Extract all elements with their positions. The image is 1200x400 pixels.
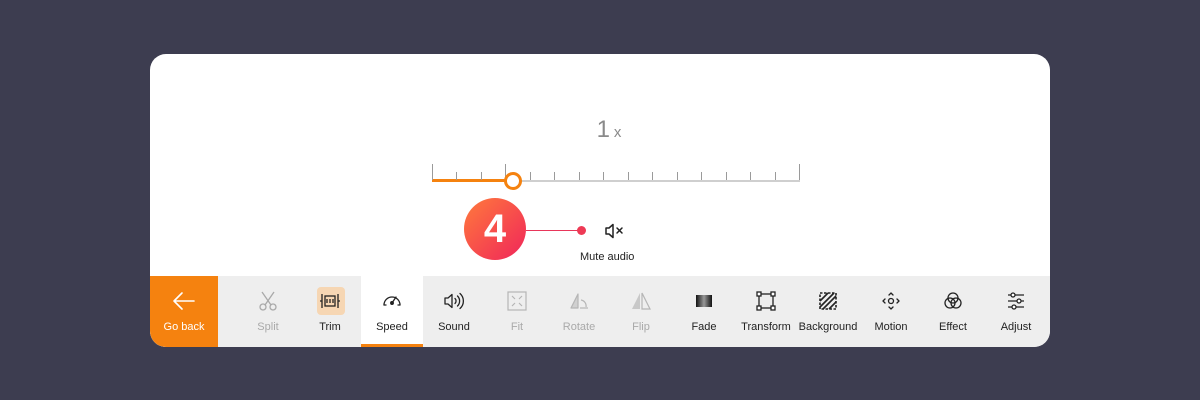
adjust-icon (1008, 292, 1024, 310)
slider-tick (603, 172, 604, 180)
fade-icon (696, 295, 712, 307)
speaker-mute-icon (605, 223, 623, 239)
slider-thumb[interactable] (504, 172, 522, 190)
edit-toolbar: Go back Split Trim Speed Sound Fit Rotat… (150, 276, 1050, 347)
mute-audio-toggle[interactable]: Mute audio (580, 220, 680, 270)
fit-icon (507, 291, 527, 311)
slider-tick (554, 172, 555, 180)
speed-value: 1 (596, 116, 610, 143)
transform-icon (756, 291, 776, 311)
speed-slider[interactable] (432, 158, 802, 190)
tool-motion[interactable]: Motion (860, 276, 922, 347)
slider-tick (530, 172, 531, 180)
speedometer-icon (383, 296, 401, 306)
tool-rotate[interactable]: Rotate (548, 276, 610, 347)
tool-split[interactable]: Split (237, 276, 299, 347)
tool-label: Adjust (1000, 321, 1032, 333)
slider-fill (432, 179, 513, 182)
slider-tick (677, 172, 678, 180)
go-back-button[interactable]: Go back (150, 276, 218, 347)
motion-icon (882, 292, 900, 310)
slider-tick (481, 172, 482, 180)
flip-icon (632, 292, 651, 310)
arrow-left-icon (173, 292, 195, 310)
tool-sound[interactable]: Sound (423, 276, 485, 347)
mute-audio-label: Mute audio (580, 251, 635, 263)
slider-tick (432, 164, 433, 180)
slider-tick (726, 172, 727, 180)
tool-flip[interactable]: Flip (610, 276, 672, 347)
tool-speed[interactable]: Speed (361, 276, 423, 347)
slider-tick (579, 172, 580, 180)
tool-fade[interactable]: Fade (673, 276, 735, 347)
step-number-badge: 4 (464, 198, 526, 260)
tool-background[interactable]: Background (797, 276, 859, 347)
speed-readout: 1x (150, 116, 1050, 144)
slider-tick (775, 172, 776, 180)
slider-tick (799, 164, 800, 180)
scissors-icon (259, 291, 277, 311)
slider-tick (628, 172, 629, 180)
tool-adjust[interactable]: Adjust (985, 276, 1047, 347)
go-back-label: Go back (163, 321, 205, 333)
background-icon (819, 292, 837, 310)
tool-transform[interactable]: Transform (735, 276, 797, 347)
slider-tick (652, 172, 653, 180)
slider-tick (701, 172, 702, 180)
slider-tick (456, 172, 457, 180)
speaker-icon (444, 292, 464, 310)
slider-tick (750, 172, 751, 180)
trim-icon (320, 294, 340, 308)
tool-fit[interactable]: Fit (486, 276, 548, 347)
speed-panel: 1x 4 Mute audio Go back Split Trim Speed… (150, 54, 1050, 347)
tool-effect[interactable]: Effect (922, 276, 984, 347)
rotate-icon (570, 293, 588, 309)
effect-icon (944, 292, 962, 309)
callout-line (526, 230, 582, 231)
speed-unit: x (613, 124, 622, 141)
tool-trim[interactable]: Trim (299, 276, 361, 347)
